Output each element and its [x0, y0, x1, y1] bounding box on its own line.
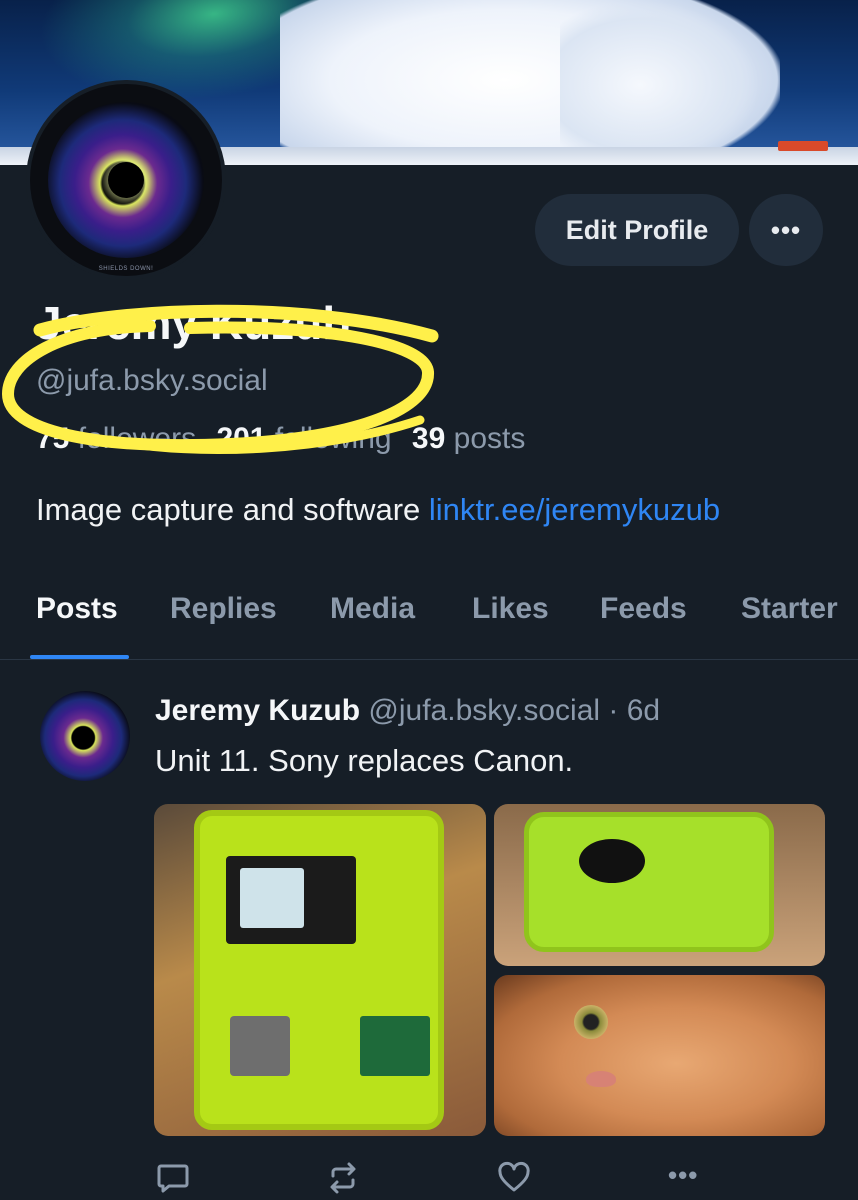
profile-display-name: Jeremy Kuzub — [36, 297, 351, 349]
closed-case-shape — [524, 812, 774, 952]
following-link[interactable]: 201 following — [216, 422, 391, 455]
followers-label: followers — [77, 422, 197, 455]
repost-button[interactable] — [325, 1160, 361, 1196]
followers-count: 75 — [36, 422, 70, 455]
tab-media[interactable]: Media — [330, 592, 415, 626]
banner-ice-sculpture-detail — [560, 0, 760, 165]
bio-text: Image capture and software — [36, 492, 421, 527]
like-button[interactable] — [496, 1160, 532, 1196]
tab-posts[interactable]: Posts — [36, 592, 118, 626]
post-image-cat[interactable] — [494, 975, 825, 1136]
edit-profile-button[interactable]: Edit Profile — [535, 194, 739, 266]
post-author-name[interactable]: Jeremy Kuzub — [155, 694, 360, 727]
profile-more-button[interactable]: ••• — [749, 194, 823, 266]
posts-stat: 39 posts — [412, 422, 525, 455]
circuit-board — [360, 1016, 430, 1076]
following-label: following — [274, 422, 392, 455]
open-case-shape — [194, 810, 444, 1130]
post-image-closed-case[interactable] — [494, 804, 825, 966]
cat-eye — [574, 1005, 608, 1039]
lens-cap — [579, 839, 645, 883]
tab-starter[interactable]: Starter — [741, 592, 838, 626]
repost-icon — [330, 1162, 356, 1194]
post-text: Unit 11. Sony replaces Canon. — [155, 743, 574, 778]
post-age: · 6d — [608, 694, 661, 727]
posts-count: 39 — [411, 422, 446, 455]
heart-icon — [498, 1161, 530, 1192]
reply-icon — [157, 1164, 189, 1193]
post-more-button[interactable]: ••• — [668, 1160, 698, 1191]
avatar-eclipse-image — [48, 102, 204, 258]
profile-avatar[interactable]: SHIELDS DOWN! — [26, 80, 226, 280]
profile-stats: 75 followers 201 following 39 posts — [36, 422, 525, 456]
followers-link[interactable]: 75 followers — [36, 422, 196, 455]
camera-screen — [226, 856, 356, 944]
profile-handle: @jufa.bsky.social — [36, 364, 268, 397]
posts-label: posts — [453, 422, 526, 455]
banner-building — [778, 141, 828, 151]
tab-likes[interactable]: Likes — [472, 592, 549, 626]
following-count: 201 — [216, 422, 267, 455]
bio-link[interactable]: linktr.ee/jeremykuzub — [429, 492, 720, 527]
reply-button[interactable] — [155, 1160, 191, 1196]
motor-part — [230, 1016, 290, 1076]
tab-replies[interactable]: Replies — [170, 592, 277, 626]
tab-feeds[interactable]: Feeds — [600, 592, 687, 626]
profile-bio: Image capture and software linktr.ee/jer… — [36, 492, 720, 528]
active-tab-indicator — [30, 655, 129, 659]
post-image-open-case[interactable] — [154, 804, 486, 1136]
post-author-avatar[interactable] — [40, 691, 130, 781]
avatar-caption: SHIELDS DOWN! — [98, 266, 154, 272]
profile-tabs: Posts Replies Media Likes Feeds Starter — [0, 580, 858, 660]
post-author-handle[interactable]: @jufa.bsky.social — [368, 694, 600, 727]
post-header: Jeremy Kuzub @jufa.bsky.social · 6d — [155, 694, 660, 728]
cat-nose — [586, 1071, 616, 1087]
